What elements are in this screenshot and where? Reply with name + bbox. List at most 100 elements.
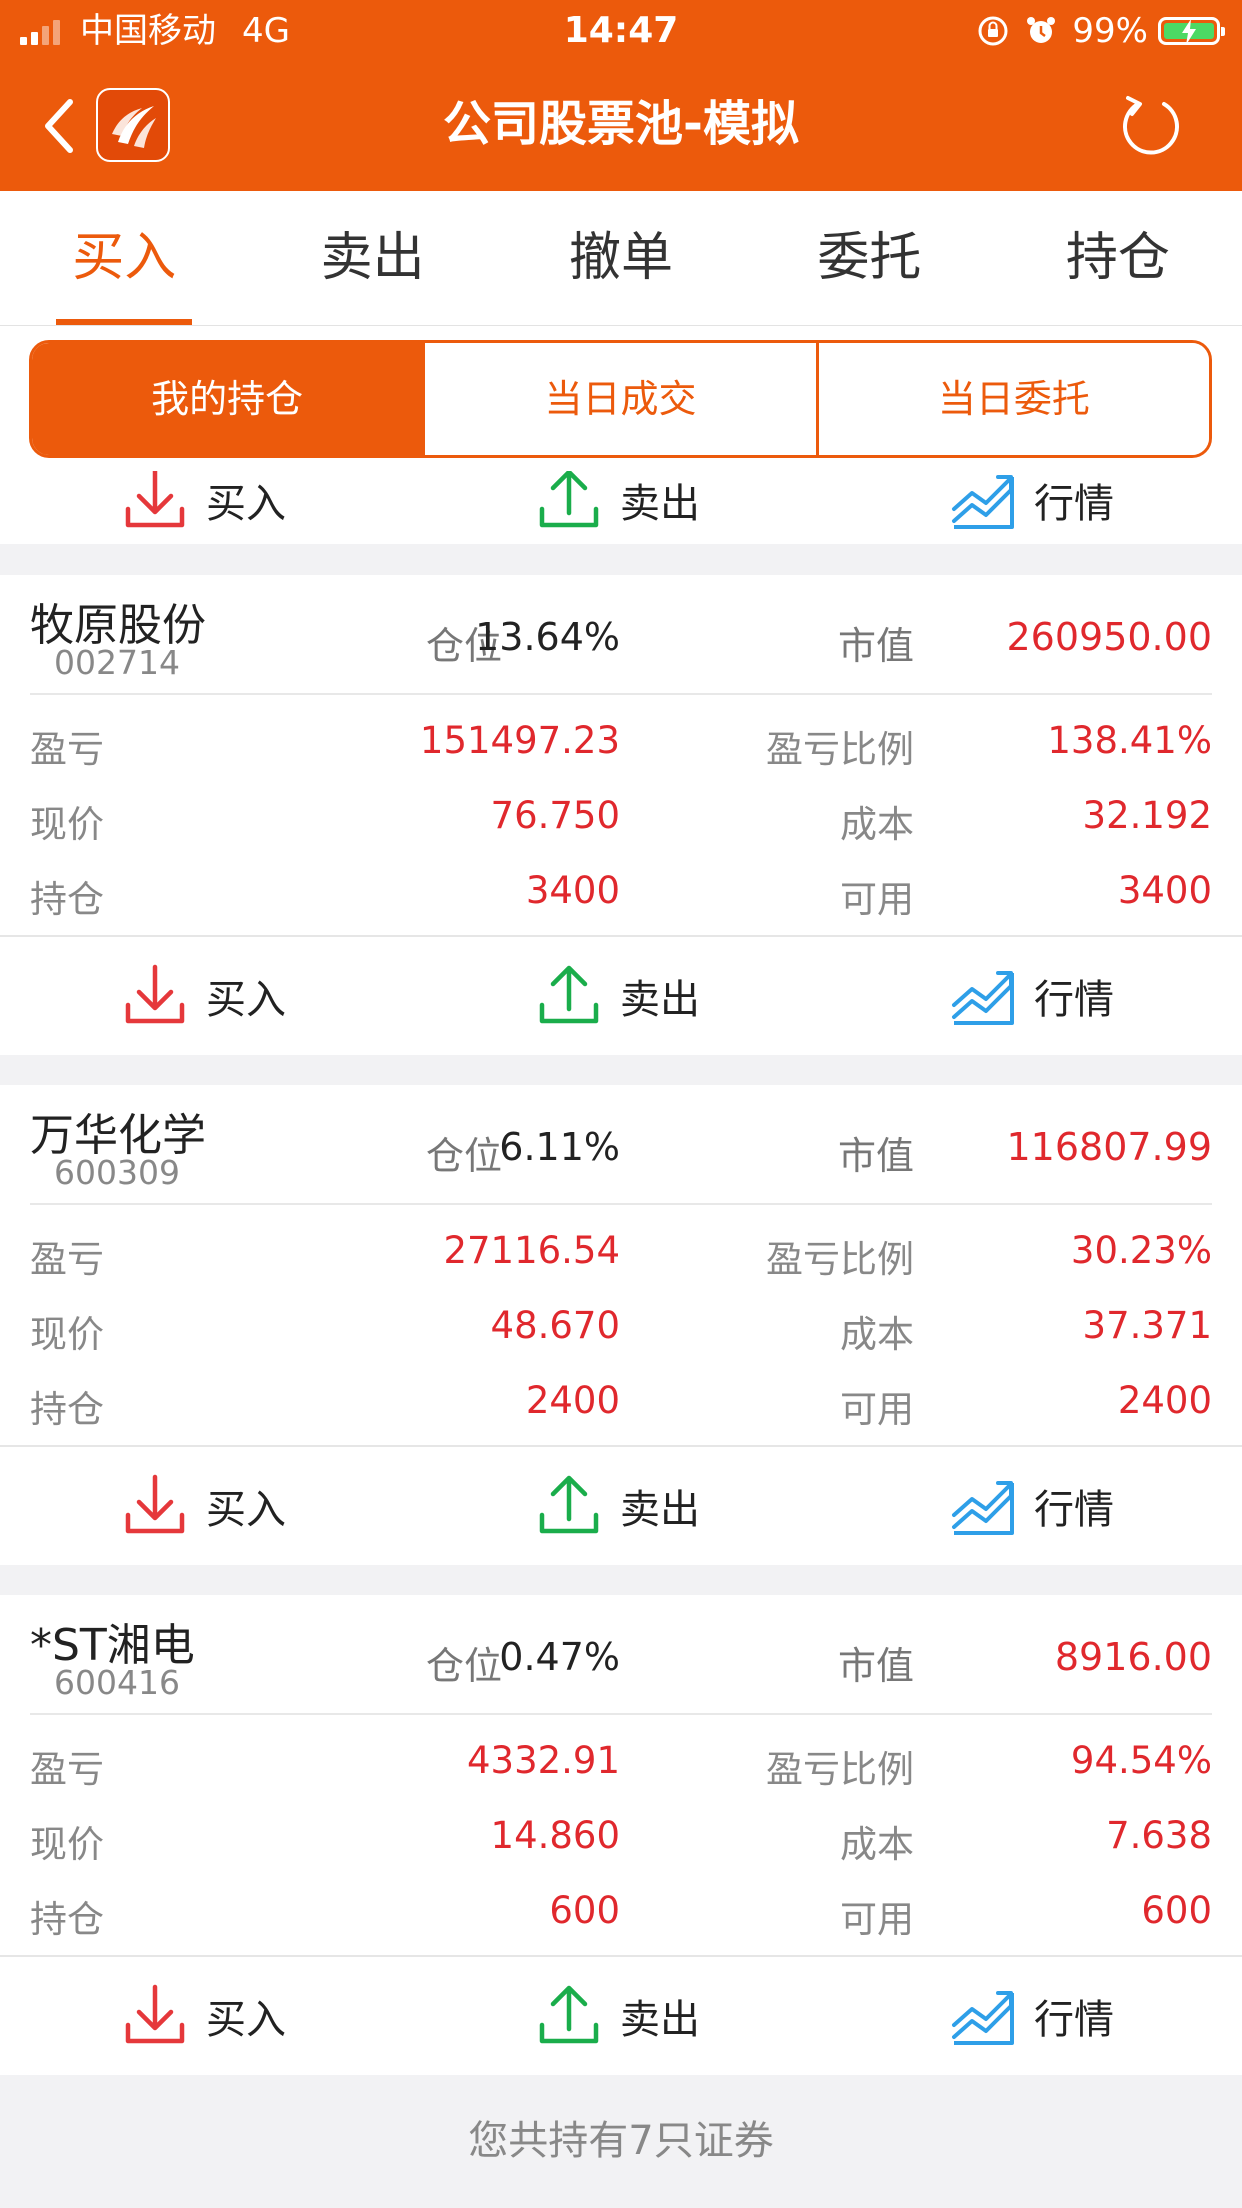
card-actions: 买入 卖出 行情 bbox=[0, 1957, 1242, 2075]
card-actions: 买入 卖出 行情 bbox=[0, 1447, 1242, 1565]
pnl-label: 盈亏 bbox=[30, 728, 104, 771]
segment-my-holdings[interactable]: 我的持仓 bbox=[32, 343, 423, 455]
battery-icon bbox=[1158, 17, 1225, 45]
stock-code: 600309 bbox=[54, 1153, 180, 1192]
card-actions: 买入 卖出 行情 bbox=[0, 471, 1242, 544]
market-value-label: 市值 bbox=[837, 1134, 914, 1178]
tab-label: 撤单 bbox=[569, 228, 674, 288]
holding-label: 持仓 bbox=[30, 1898, 104, 1941]
quote-button[interactable]: 行情 bbox=[948, 937, 1114, 1055]
sell-icon bbox=[539, 965, 599, 1024]
quote-label: 行情 bbox=[1034, 481, 1114, 527]
tab-label: 持仓 bbox=[1065, 228, 1170, 288]
cost-label: 成本 bbox=[840, 803, 914, 846]
price-value: 14.860 bbox=[490, 1814, 620, 1857]
tab-orders[interactable]: 委托 bbox=[745, 191, 993, 325]
sell-button[interactable]: 卖出 bbox=[534, 937, 700, 1055]
buy-icon bbox=[125, 1474, 185, 1534]
segment-today-deals[interactable]: 当日成交 bbox=[422, 343, 816, 455]
refresh-icon[interactable] bbox=[1118, 92, 1184, 158]
cost-value: 32.192 bbox=[1082, 794, 1212, 837]
page-title: 公司股票池-模拟 bbox=[443, 96, 799, 152]
price-label: 现价 bbox=[30, 1823, 104, 1866]
divider bbox=[30, 1713, 1212, 1715]
sell-button[interactable]: 卖出 bbox=[534, 471, 700, 544]
quote-button[interactable]: 行情 bbox=[948, 1957, 1114, 2075]
holding-value: 600 bbox=[549, 1889, 620, 1932]
available-value: 3400 bbox=[1117, 869, 1212, 912]
alarm-icon bbox=[1027, 17, 1056, 43]
holding-card[interactable]: *ST湘电 600416 仓位 0.47% 市值 8916.00 盈亏 4332… bbox=[0, 1595, 1242, 2075]
quote-button[interactable]: 行情 bbox=[948, 471, 1114, 544]
sell-button[interactable]: 卖出 bbox=[534, 1447, 700, 1565]
pnl-label: 盈亏 bbox=[30, 1238, 104, 1281]
tab-sell[interactable]: 卖出 bbox=[248, 191, 496, 325]
pnl-ratio-label: 盈亏比例 bbox=[766, 1238, 914, 1281]
buy-button[interactable]: 买入 bbox=[120, 1957, 286, 2075]
buy-label: 买入 bbox=[206, 1487, 286, 1533]
pnl-ratio-label: 盈亏比例 bbox=[766, 728, 914, 771]
available-label: 可用 bbox=[840, 1898, 914, 1941]
position-label: 仓位 bbox=[425, 1134, 502, 1178]
pnl-ratio-value: 94.54% bbox=[1070, 1739, 1212, 1782]
tab-buy[interactable]: 买入 bbox=[0, 191, 248, 325]
segment-today-orders[interactable]: 当日委托 bbox=[815, 343, 1209, 455]
market-value: 8916.00 bbox=[1054, 1635, 1212, 1679]
available-value: 600 bbox=[1141, 1889, 1212, 1932]
position-value: 6.11% bbox=[499, 1125, 620, 1169]
price-label: 现价 bbox=[30, 1313, 104, 1356]
market-value: 260950.00 bbox=[1006, 615, 1213, 659]
sell-icon bbox=[539, 1985, 599, 2044]
market-value-label: 市值 bbox=[837, 1644, 914, 1688]
quote-button[interactable]: 行情 bbox=[948, 1447, 1114, 1565]
tab-active-indicator bbox=[56, 319, 193, 325]
cost-label: 成本 bbox=[840, 1823, 914, 1866]
holding-value: 3400 bbox=[525, 869, 620, 912]
sell-label: 卖出 bbox=[620, 481, 700, 527]
available-label: 可用 bbox=[840, 878, 914, 921]
sell-label: 卖出 bbox=[620, 1487, 700, 1533]
position-label: 仓位 bbox=[425, 1644, 502, 1688]
buy-icon bbox=[125, 471, 185, 528]
pnl-label: 盈亏 bbox=[30, 1748, 104, 1791]
quote-chart-icon bbox=[952, 971, 1014, 1025]
available-label: 可用 bbox=[840, 1388, 914, 1431]
holding-label: 持仓 bbox=[30, 878, 104, 921]
pnl-value: 151497.23 bbox=[419, 719, 620, 762]
holding-card[interactable]: 万华化学 600309 仓位 6.11% 市值 116807.99 盈亏 271… bbox=[0, 1085, 1242, 1565]
buy-label: 买入 bbox=[206, 977, 286, 1023]
available-value: 2400 bbox=[1117, 1379, 1212, 1422]
quote-chart-icon bbox=[952, 1481, 1014, 1535]
quote-chart-icon bbox=[952, 1991, 1014, 2045]
tab-label: 买入 bbox=[72, 228, 177, 288]
status-bar-right: 99% bbox=[976, 8, 1225, 54]
orientation-lock-icon bbox=[978, 16, 1008, 46]
buy-button[interactable]: 买入 bbox=[120, 471, 286, 544]
pnl-ratio-value: 30.23% bbox=[1070, 1229, 1212, 1272]
buy-button[interactable]: 买入 bbox=[120, 1447, 286, 1565]
cost-value: 7.638 bbox=[1106, 1814, 1212, 1857]
tab-label: 卖出 bbox=[320, 228, 425, 288]
pnl-ratio-value: 138.41% bbox=[1047, 719, 1212, 762]
market-value-label: 市值 bbox=[837, 624, 914, 668]
position-value: 0.47% bbox=[499, 1635, 620, 1679]
sell-label: 卖出 bbox=[620, 1997, 700, 2043]
card-actions: 买入 卖出 行情 bbox=[0, 937, 1242, 1055]
buy-label: 买入 bbox=[206, 481, 286, 527]
segmented-control: 我的持仓 当日成交 当日委托 bbox=[29, 340, 1212, 458]
holding-label: 持仓 bbox=[30, 1388, 104, 1431]
price-value: 76.750 bbox=[490, 794, 620, 837]
quote-label: 行情 bbox=[1034, 977, 1114, 1023]
pnl-ratio-label: 盈亏比例 bbox=[766, 1748, 914, 1791]
tab-label: 委托 bbox=[817, 228, 922, 288]
holding-card[interactable]: 牧原股份 002714 仓位 13.64% 市值 260950.00 盈亏 15… bbox=[0, 575, 1242, 1055]
sell-icon bbox=[539, 471, 599, 528]
tab-positions[interactable]: 持仓 bbox=[994, 191, 1242, 325]
divider bbox=[30, 693, 1212, 695]
sell-button[interactable]: 卖出 bbox=[534, 1957, 700, 2075]
buy-button[interactable]: 买入 bbox=[120, 937, 286, 1055]
trade-tabs: 买入 卖出 撤单 委托 持仓 bbox=[0, 191, 1242, 326]
holdings-count-footer: 您共持有7只证券 bbox=[468, 2118, 774, 2164]
tab-cancel[interactable]: 撤单 bbox=[497, 191, 745, 325]
divider bbox=[30, 1203, 1212, 1205]
